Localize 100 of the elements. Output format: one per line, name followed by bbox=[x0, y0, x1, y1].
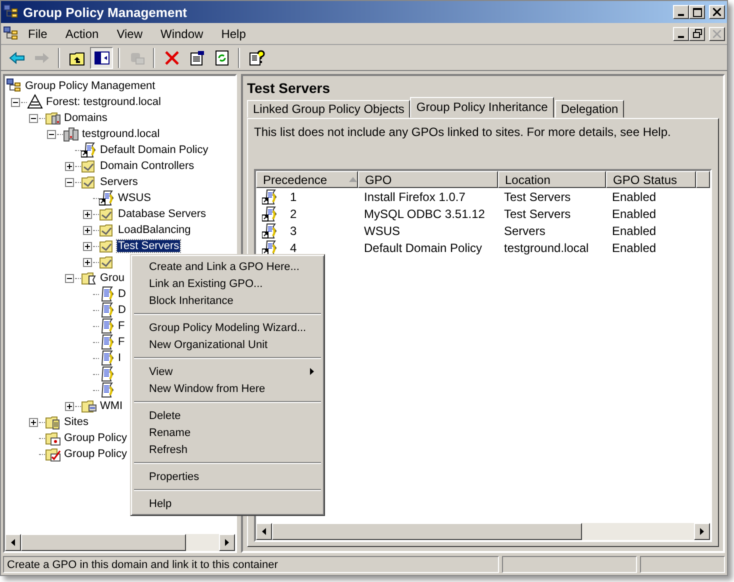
folder-icon bbox=[81, 158, 97, 174]
minimize-button[interactable] bbox=[673, 26, 689, 40]
table-cell: 3 bbox=[290, 224, 297, 238]
scroll-icon bbox=[99, 334, 115, 350]
menu-item[interactable]: Link an Existing GPO... bbox=[133, 275, 322, 292]
tree-item[interactable]: WSUS bbox=[117, 192, 152, 204]
tree-item[interactable]: WMI bbox=[99, 400, 124, 412]
scroll-thumb[interactable] bbox=[272, 523, 582, 540]
table-cell: Default Domain Policy bbox=[364, 240, 482, 254]
menu-item[interactable]: Refresh bbox=[133, 441, 322, 458]
tree-item[interactable]: Database Servers bbox=[117, 208, 208, 220]
folder-icon[interactable] bbox=[99, 254, 115, 270]
table-cell: Test Servers bbox=[504, 190, 571, 204]
column-header[interactable]: GPO bbox=[358, 171, 498, 188]
restore-button[interactable] bbox=[689, 26, 705, 40]
collapse-icon[interactable] bbox=[29, 114, 38, 122]
menu-item[interactable]: New Window from Here bbox=[133, 380, 322, 397]
menu-item[interactable]: New Organizational Unit bbox=[133, 336, 322, 353]
tab[interactable]: Delegation bbox=[554, 100, 624, 118]
tree-item[interactable]: LoadBalancing bbox=[117, 224, 192, 236]
tree-item[interactable]: Test Servers bbox=[117, 240, 180, 252]
tree-item[interactable]: Group Policy bbox=[63, 448, 128, 460]
tree-item[interactable]: Default Domain Policy bbox=[99, 144, 210, 156]
tree-item[interactable]: D bbox=[117, 288, 127, 300]
collapse-icon[interactable] bbox=[65, 178, 74, 186]
table-cell: 4 bbox=[290, 240, 297, 254]
tree-item[interactable]: F bbox=[117, 336, 126, 348]
collapse-icon[interactable] bbox=[65, 274, 74, 282]
scroll-shortcut-icon bbox=[262, 206, 278, 222]
close-icon bbox=[713, 8, 721, 16]
minimize-icon bbox=[678, 36, 684, 38]
triangle-icon bbox=[27, 94, 43, 110]
tree-item[interactable]: I bbox=[117, 352, 122, 364]
minimize-icon bbox=[678, 14, 684, 16]
table-cell: 1 bbox=[290, 190, 297, 204]
table-cell: 2 bbox=[290, 206, 297, 220]
menu-item[interactable]: Rename bbox=[133, 424, 322, 441]
tree-item[interactable]: Servers bbox=[99, 176, 139, 188]
expand-icon[interactable] bbox=[83, 226, 92, 234]
help-icon bbox=[248, 50, 264, 66]
expand-icon[interactable] bbox=[83, 210, 92, 218]
collapse-icon[interactable] bbox=[47, 130, 56, 138]
close-button[interactable] bbox=[709, 5, 725, 19]
menu-item[interactable]: Window bbox=[152, 26, 212, 40]
collapse-icon[interactable] bbox=[11, 98, 20, 106]
tree-item[interactable]: Group Policy Management bbox=[24, 80, 156, 92]
tree-item[interactable]: Grou bbox=[99, 272, 126, 284]
status-text: Create a GPO in this domain and link it to this container bbox=[3, 556, 499, 573]
app-icon[interactable] bbox=[3, 26, 19, 42]
expand-icon[interactable] bbox=[65, 402, 74, 410]
expand-icon[interactable] bbox=[29, 418, 38, 426]
column-header[interactable]: GPO Status bbox=[606, 171, 696, 188]
menu-item[interactable]: Delete bbox=[133, 407, 322, 424]
folder-icon bbox=[99, 238, 115, 254]
tree-item[interactable]: Domain Controllers bbox=[99, 160, 196, 172]
table-cell: testground.local bbox=[504, 240, 589, 254]
scroll-left-icon bbox=[262, 528, 266, 535]
tree-item[interactable]: Sites bbox=[63, 416, 90, 428]
expand-icon[interactable] bbox=[65, 162, 74, 170]
tree-item[interactable]: D bbox=[117, 304, 127, 316]
menu-item[interactable]: Help bbox=[133, 495, 322, 512]
server-icon bbox=[63, 126, 79, 142]
menu-item[interactable]: Create and Link a GPO Here... bbox=[133, 258, 322, 275]
table-cell: Install Firefox 1.0.7 bbox=[364, 190, 466, 204]
expand-icon[interactable] bbox=[83, 258, 92, 266]
menu-item[interactable]: View bbox=[133, 363, 322, 380]
tree-item[interactable]: F bbox=[117, 320, 126, 332]
scroll-right-button[interactable] bbox=[694, 523, 710, 540]
tree-item[interactable]: Forest: testground.local bbox=[45, 96, 162, 108]
tree-item[interactable]: testground.local bbox=[81, 128, 161, 140]
scroll-icon[interactable] bbox=[99, 366, 115, 382]
column-header[interactable]: Location bbox=[498, 171, 606, 188]
menu-item[interactable]: File bbox=[19, 26, 56, 40]
scrollbar[interactable] bbox=[5, 534, 235, 551]
console-icon bbox=[6, 78, 22, 94]
scrollbar[interactable] bbox=[256, 523, 710, 540]
menu-item[interactable]: View bbox=[108, 26, 152, 40]
menu-item[interactable]: Block Inheritance bbox=[133, 292, 322, 309]
pane-button[interactable] bbox=[90, 46, 113, 68]
scroll-icon bbox=[99, 302, 115, 318]
scroll-left-icon bbox=[11, 539, 15, 546]
tree-item[interactable]: Domains bbox=[63, 112, 108, 124]
menu-item[interactable]: Action bbox=[56, 26, 108, 40]
maximize-button[interactable] bbox=[689, 5, 705, 19]
scroll-thumb[interactable] bbox=[21, 534, 186, 551]
scroll-left-button[interactable] bbox=[256, 523, 272, 540]
scroll-icon[interactable] bbox=[99, 382, 115, 398]
tab[interactable]: Linked Group Policy Objects bbox=[247, 100, 410, 118]
window-title: Group Policy Management bbox=[23, 4, 188, 20]
expand-icon[interactable] bbox=[83, 242, 92, 250]
menu-item[interactable]: Group Policy Modeling Wizard... bbox=[133, 319, 322, 336]
menu-item[interactable]: Help bbox=[212, 26, 255, 40]
minimize-button[interactable] bbox=[673, 5, 689, 19]
menu-item[interactable]: Properties bbox=[133, 468, 322, 485]
maximize-icon bbox=[692, 8, 702, 16]
scroll-left-button[interactable] bbox=[5, 534, 21, 551]
column-header[interactable]: Precedence bbox=[256, 171, 358, 188]
tab[interactable]: Group Policy Inheritance bbox=[410, 97, 554, 118]
scroll-right-button[interactable] bbox=[219, 534, 235, 551]
tree-item[interactable]: Group Policy bbox=[63, 432, 128, 444]
